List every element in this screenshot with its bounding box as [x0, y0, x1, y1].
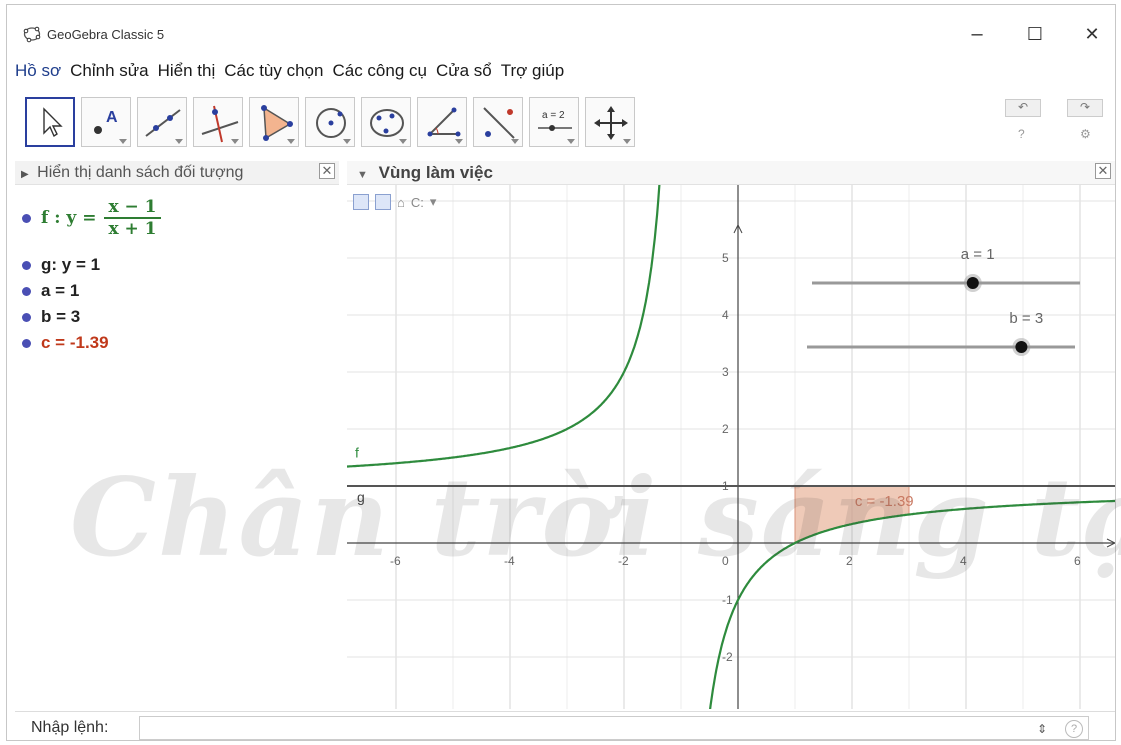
algebra-view-header[interactable]: ▶ Hiển thị danh sách đối tượng ✕: [15, 161, 339, 185]
help-mode-icon[interactable]: ?: [1018, 127, 1025, 141]
graphics-style-bar: ⌂ C: ▾: [353, 191, 436, 213]
algebra-item-a[interactable]: a = 1: [15, 281, 79, 301]
visibility-dot-icon[interactable]: [22, 213, 31, 223]
visibility-dot-icon[interactable]: [22, 338, 31, 348]
title-bar: GeoGebra Classic 5 – ☐ ✕: [7, 5, 1115, 57]
curve-f-left-branch: [347, 185, 661, 468]
point-tool-button[interactable]: A: [81, 97, 131, 147]
menu-tools[interactable]: Các công cụ: [332, 61, 427, 89]
algebra-item-c[interactable]: c = -1.39: [15, 333, 109, 353]
f-label: f : y =: [41, 208, 97, 228]
menu-edit[interactable]: Chỉnh sửa: [70, 61, 148, 89]
graphics-view-title: Vùng làm việc: [378, 163, 493, 182]
algebra-item-f[interactable]: f : y = x − 1 x + 1: [15, 197, 161, 239]
visibility-dot-icon[interactable]: [22, 312, 31, 322]
x-tick-label: -2: [618, 554, 629, 568]
slider-a-label: a = 1: [961, 246, 995, 263]
curve-label-f: f: [355, 445, 359, 461]
algebra-item-b[interactable]: b = 3: [15, 307, 80, 327]
perpendicular-tool-button[interactable]: [193, 97, 243, 147]
graphics-view-header[interactable]: ▼ Vùng làm việc ✕: [347, 161, 1115, 185]
coordinate-plane[interactable]: -6-4-2024654321-1-2fgc = -1.39a = 1b = 3: [347, 185, 1115, 709]
slider-tool-label: a = 2: [542, 110, 565, 121]
polygon-tool-button[interactable]: [249, 97, 299, 147]
maximize-button[interactable]: ☐: [1020, 21, 1050, 47]
x-tick-label: 2: [846, 554, 853, 568]
y-tick-label: 4: [722, 308, 729, 322]
algebra-item-text: b = 3: [41, 307, 81, 326]
menu-help[interactable]: Trợ giúp: [501, 61, 564, 89]
minimize-button[interactable]: –: [962, 21, 992, 47]
grid-toggle-icon[interactable]: [375, 194, 391, 210]
algebra-view-title: Hiển thị danh sách đối tượng: [37, 164, 244, 181]
menu-file[interactable]: Hồ sơ: [15, 61, 61, 89]
x-tick-label: 4: [960, 554, 967, 568]
conic-tool-button[interactable]: [361, 97, 411, 147]
x-tick-label: -4: [504, 554, 515, 568]
slider-b-label: b = 3: [1009, 310, 1043, 327]
visibility-dot-icon[interactable]: [22, 286, 31, 296]
circle-tool-button[interactable]: [305, 97, 355, 147]
algebra-item-g[interactable]: g: y = 1: [15, 255, 100, 275]
geogebra-window: GeoGebra Classic 5 – ☐ ✕ Hồ sơ Chỉnh sửa…: [6, 4, 1116, 741]
y-tick-label: -2: [722, 650, 733, 664]
tool-bar: A a = 2 ↶ ↷ ? ⚙: [15, 93, 1115, 155]
collapse-triangle-icon: ▶: [21, 169, 29, 180]
algebra-item-text: g: y = 1: [41, 255, 101, 274]
menu-view[interactable]: Hiển thị: [158, 61, 216, 89]
cursor-arrow-icon: [43, 107, 63, 138]
undo-button[interactable]: ↶: [1005, 99, 1041, 117]
window-title: GeoGebra Classic 5: [47, 27, 165, 42]
graphics-style-label[interactable]: C:: [411, 195, 424, 210]
line-label-g: g: [357, 489, 365, 505]
menu-bar: Hồ sơ Chỉnh sửa Hiển thị Các tùy chọn Cá…: [15, 61, 564, 89]
reflect-tool-button[interactable]: [473, 97, 523, 147]
redo-button[interactable]: ↷: [1067, 99, 1103, 117]
y-tick-label: 5: [722, 251, 729, 265]
area-label-c: c = -1.39: [855, 493, 914, 510]
input-history-icon[interactable]: ⇕: [1037, 722, 1047, 736]
menu-window[interactable]: Cửa sổ: [436, 61, 492, 89]
line-tool-button[interactable]: [137, 97, 187, 147]
slider-tool-button[interactable]: a = 2: [529, 97, 579, 147]
f-fraction: x − 1 x + 1: [104, 197, 161, 239]
geogebra-logo-icon: [23, 26, 41, 43]
visibility-dot-icon[interactable]: [22, 260, 31, 270]
menu-options[interactable]: Các tùy chọn: [224, 61, 323, 89]
x-tick-label: 0: [722, 554, 729, 568]
dropdown-arrow-icon[interactable]: ▾: [430, 194, 437, 210]
input-help-icon[interactable]: ?: [1065, 720, 1083, 738]
move-tool-button[interactable]: [25, 97, 75, 147]
y-tick-label: 2: [722, 422, 729, 436]
input-bar: Nhập lệnh: ⇕ ?: [15, 711, 1115, 743]
algebra-item-text: c = -1.39: [41, 333, 109, 352]
algebra-view: f : y = x − 1 x + 1 g: y = 1 a = 1 b = 3…: [15, 189, 339, 709]
slider-a-knob: [966, 277, 979, 289]
close-button[interactable]: ✕: [1077, 21, 1107, 47]
input-label: Nhập lệnh:: [31, 719, 109, 736]
graphics-view[interactable]: -6-4-2024654321-1-2fgc = -1.39a = 1b = 3: [347, 185, 1115, 709]
settings-icon[interactable]: ⚙: [1080, 127, 1091, 141]
home-icon[interactable]: ⌂: [397, 195, 405, 210]
move-graphics-tool-button[interactable]: [585, 97, 635, 147]
axes-toggle-icon[interactable]: [353, 194, 369, 210]
collapse-triangle-icon: ▼: [357, 169, 368, 181]
algebra-close-button[interactable]: ✕: [319, 163, 335, 179]
command-input[interactable]: [139, 716, 1089, 740]
algebra-item-text: a = 1: [41, 281, 80, 300]
x-tick-label: 6: [1074, 554, 1081, 568]
angle-tool-button[interactable]: [417, 97, 467, 147]
svg-text:A: A: [106, 109, 118, 126]
x-tick-label: -6: [390, 554, 401, 568]
y-tick-label: -1: [722, 593, 733, 607]
f-numerator: x − 1: [104, 197, 161, 219]
y-tick-label: 3: [722, 365, 729, 379]
slider-b-knob: [1015, 341, 1028, 353]
graphics-close-button[interactable]: ✕: [1095, 163, 1111, 179]
curve-f-right-branch: [709, 499, 1115, 709]
f-denominator: x + 1: [108, 219, 157, 239]
